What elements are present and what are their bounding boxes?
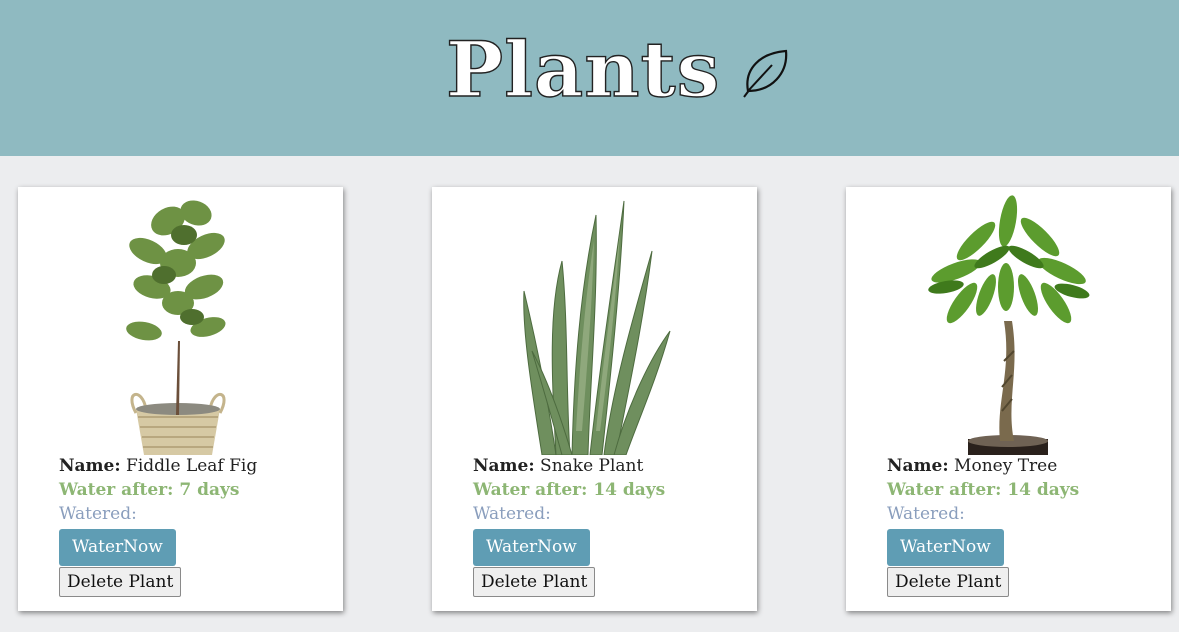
plant-name-line: Name: Fiddle Leaf Fig <box>59 454 329 478</box>
water-after-text: Water after: 14 days <box>473 480 666 500</box>
plant-info: Name: Snake Plant Water after: 14 days W… <box>473 454 743 597</box>
name-label: Name: <box>473 456 535 476</box>
page-title: Plants <box>445 25 721 114</box>
water-now-button[interactable]: WaterNow <box>473 529 590 566</box>
money-tree-plant-image <box>928 195 1090 455</box>
water-after-text: Water after: 14 days <box>887 480 1080 500</box>
water-now-button[interactable]: WaterNow <box>887 529 1004 566</box>
watered-text: Watered: <box>887 504 965 524</box>
water-after-text: Water after: 7 days <box>59 480 240 500</box>
plant-info: Name: Money Tree Water after: 14 days Wa… <box>887 454 1157 597</box>
watered-text: Watered: <box>59 504 137 524</box>
plant-card: Name: Fiddle Leaf Fig Water after: 7 day… <box>18 187 343 611</box>
water-now-button[interactable]: WaterNow <box>59 529 176 566</box>
delete-plant-button[interactable]: Delete Plant <box>59 567 182 597</box>
name-label: Name: <box>887 456 949 476</box>
title-wrap: Plants <box>445 25 790 114</box>
snake-plant-image <box>523 200 671 455</box>
plant-name-line: Name: Snake Plant <box>473 454 743 478</box>
fiddle-leaf-fig-plant-image <box>126 200 226 455</box>
plant-name: Money Tree <box>954 456 1058 476</box>
watered-text: Watered: <box>473 504 551 524</box>
plant-card: Name: Money Tree Water after: 14 days Wa… <box>846 187 1171 611</box>
plant-name: Fiddle Leaf Fig <box>126 456 258 476</box>
plant-info: Name: Fiddle Leaf Fig Water after: 7 day… <box>59 454 329 597</box>
delete-plant-button[interactable]: Delete Plant <box>887 567 1010 597</box>
plant-card: Name: Snake Plant Water after: 14 days W… <box>432 187 757 611</box>
leaf-icon <box>743 49 788 98</box>
delete-plant-button[interactable]: Delete Plant <box>473 567 596 597</box>
name-label: Name: <box>59 456 121 476</box>
page-header: Plants <box>0 0 1179 156</box>
plant-name-line: Name: Money Tree <box>887 454 1157 478</box>
plant-name: Snake Plant <box>540 456 644 476</box>
